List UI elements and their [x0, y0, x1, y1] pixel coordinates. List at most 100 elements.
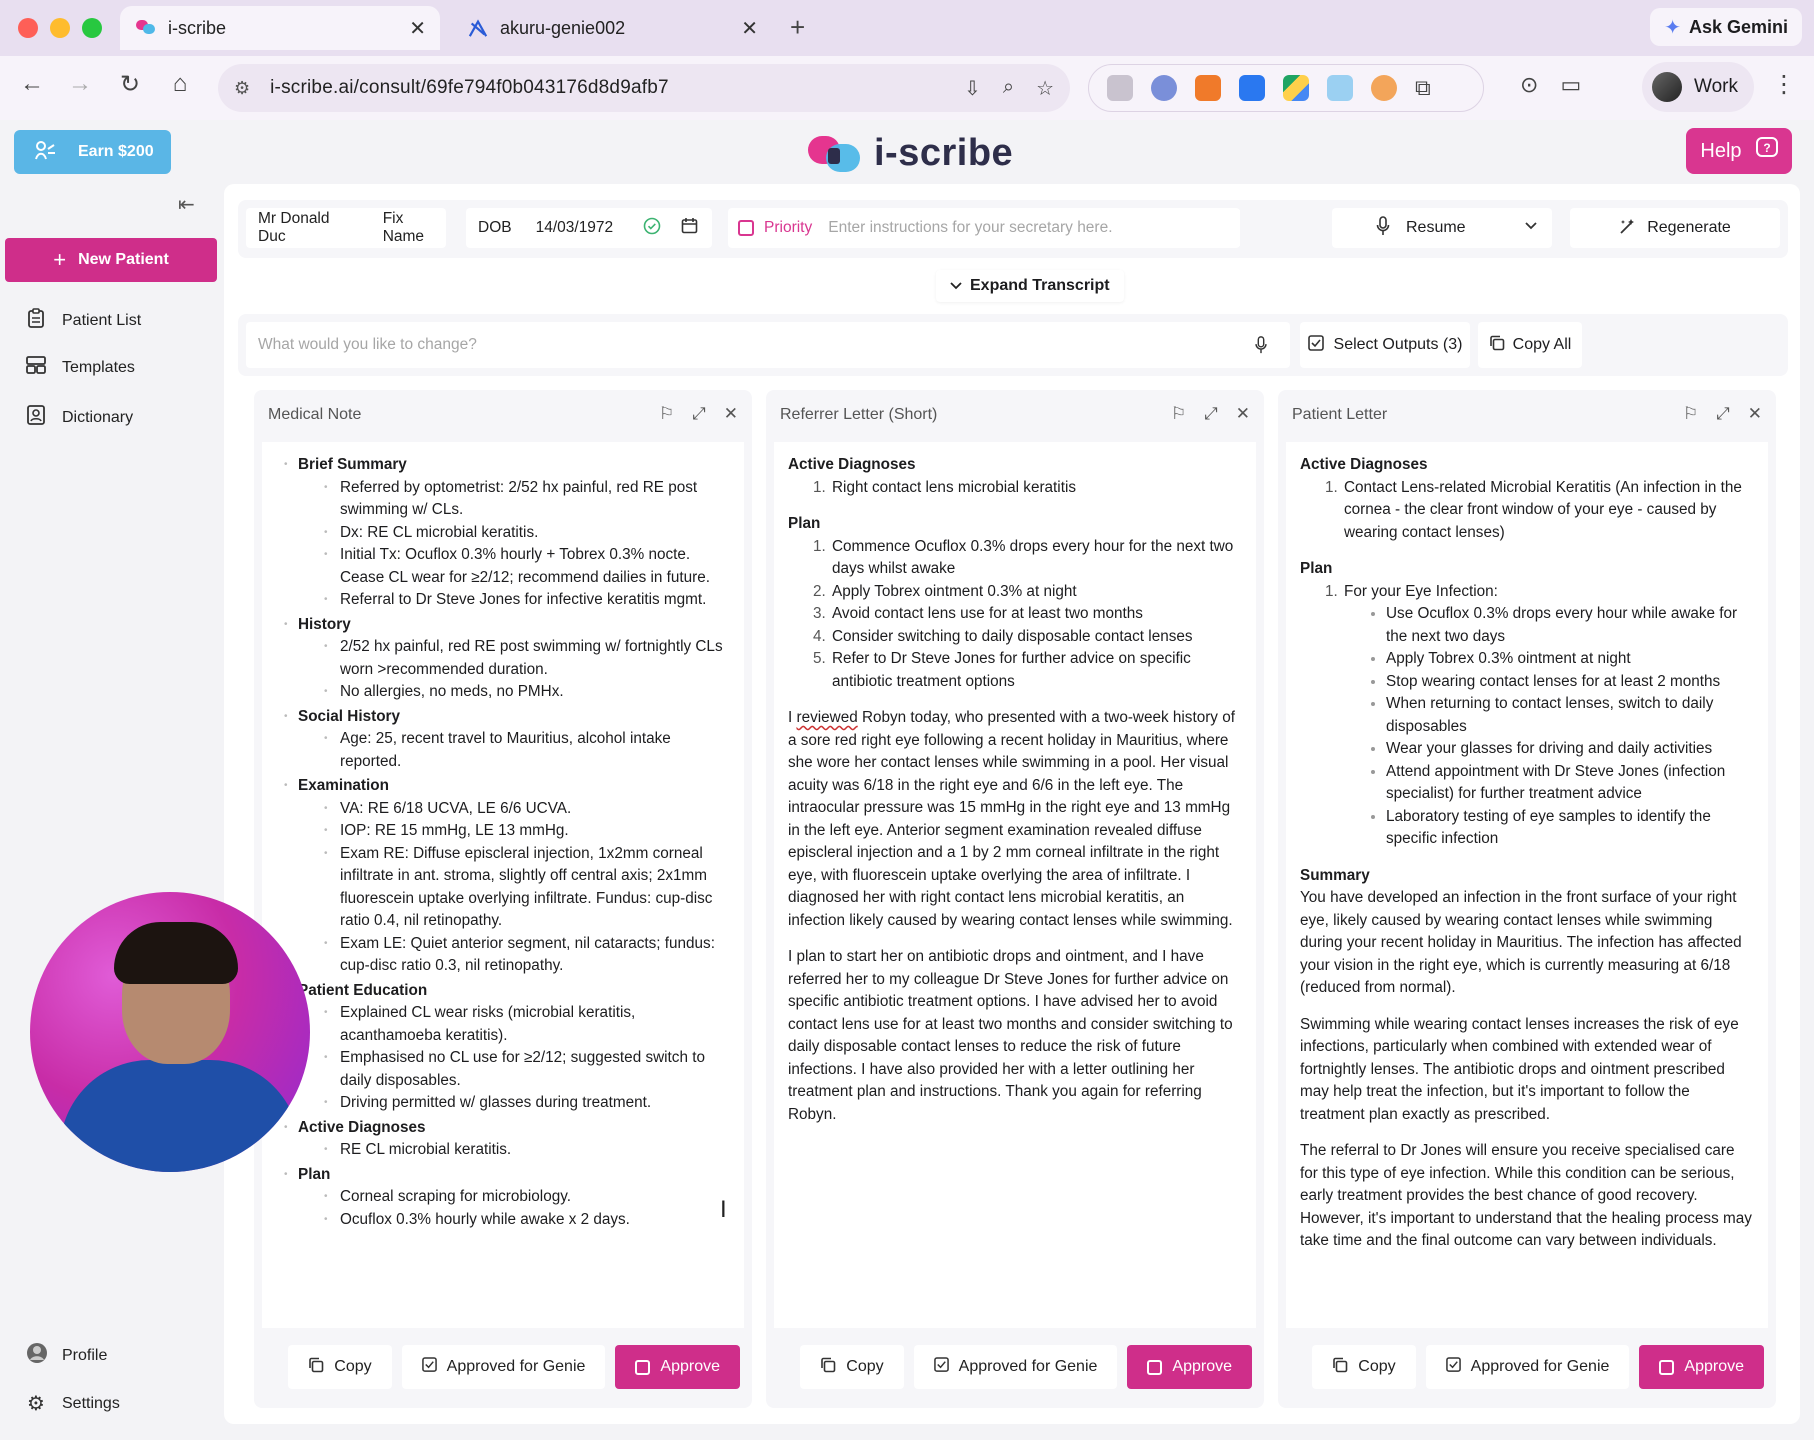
maximize-window-button[interactable] [82, 18, 102, 38]
regenerate-button[interactable]: Regenerate [1570, 208, 1780, 248]
extension-orange-icon[interactable] [1195, 75, 1221, 101]
cast-icon[interactable]: ▭ [1560, 72, 1581, 98]
copy-button[interactable]: Copy [288, 1345, 392, 1389]
priority-secretary-field: Priority [728, 208, 1240, 248]
approve-button[interactable]: Approve [615, 1345, 740, 1389]
approved-for-genie-button[interactable]: Approved for Genie [401, 1345, 606, 1389]
approved-for-genie-button[interactable]: Approved for Genie [913, 1345, 1118, 1389]
help-button[interactable]: Help ? [1686, 128, 1792, 174]
new-patient-label: New Patient [78, 251, 169, 268]
back-arrow-icon[interactable]: ← [16, 70, 48, 98]
flag-icon[interactable]: ⚐ [1683, 404, 1698, 424]
spellcheck-word[interactable]: reviewed [797, 709, 858, 726]
checkbox-checked-icon [1307, 334, 1324, 356]
list-item: RE CL microbial keratitis. [324, 1139, 730, 1162]
site-settings-icon[interactable]: ⚙ [234, 78, 250, 99]
bookmark-star-icon[interactable]: ☆ [1036, 76, 1054, 101]
secretary-instructions-input[interactable] [828, 210, 1240, 246]
change-request-input[interactable] [246, 322, 1290, 368]
browser-menu-icon[interactable]: ⋮ [1772, 70, 1796, 99]
flag-icon[interactable]: ⚐ [659, 404, 674, 424]
url-text[interactable]: i-scribe.ai/consult/69fe794f0b043176d8d9… [270, 77, 669, 99]
dob-field: DOB 14/03/1972 [466, 208, 712, 248]
earn-button[interactable]: Earn $200 [14, 130, 171, 174]
expand-icon[interactable]: ⤢ [1204, 404, 1218, 424]
screenshot-icon[interactable]: ⊙ [1520, 72, 1538, 98]
sidebar-item-templates[interactable]: Templates [26, 356, 135, 379]
list-item: Age: 25, recent travel to Mauritius, alc… [324, 728, 730, 773]
sidebar-item-dictionary[interactable]: Dictionary [26, 405, 133, 430]
checkbox-checked-icon [933, 1357, 949, 1377]
browser-tab-iscribe[interactable]: i-scribe ✕ [120, 6, 440, 50]
approved-for-genie-button[interactable]: Approved for Genie [1425, 1345, 1630, 1389]
new-patient-button[interactable]: + New Patient [5, 238, 217, 282]
expand-icon[interactable]: ⤢ [692, 404, 706, 424]
sidebar-item-settings[interactable]: ⚙ Settings [26, 1391, 120, 1416]
referrer-letter-content[interactable]: Active Diagnoses Right contact lens micr… [774, 442, 1256, 1328]
copy-button[interactable]: Copy [800, 1345, 904, 1389]
microphone-icon[interactable] [1254, 336, 1268, 359]
extension-drive-icon[interactable] [1283, 75, 1309, 101]
extension-copy-icon[interactable] [1327, 75, 1353, 101]
medical-note-content[interactable]: Brief Summary Referred by optometrist: 2/… [262, 442, 744, 1328]
forward-arrow-icon[interactable]: → [64, 70, 96, 98]
gemini-sparkle-icon: ✦ [1664, 16, 1681, 39]
copy-all-label: Copy All [1512, 336, 1572, 353]
flag-icon[interactable]: ⚐ [1171, 404, 1186, 424]
patient-name[interactable]: Mr Donald Duc [258, 210, 357, 246]
list-item: Avoid contact lens use for at least two … [830, 603, 1242, 626]
approve-button[interactable]: Approve [1127, 1345, 1252, 1389]
resume-dropdown-chevron-down-icon[interactable] [1524, 218, 1538, 236]
address-bar[interactable]: ⚙ i-scribe.ai/consult/69fe794f0b043176d8… [218, 64, 1070, 112]
sidebar-item-label: Templates [62, 358, 135, 376]
patient-letter-content[interactable]: Active Diagnoses Contact Lens-related Mi… [1286, 442, 1768, 1328]
dob-value[interactable]: 14/03/1972 [536, 219, 614, 237]
reload-icon[interactable]: ↻ [114, 70, 146, 99]
extension-password-icon[interactable] [1151, 75, 1177, 101]
approve-button[interactable]: Approve [1639, 1345, 1764, 1389]
calendar-icon[interactable] [681, 217, 698, 239]
minimize-window-button[interactable] [50, 18, 70, 38]
copy-all-button[interactable]: Copy All [1478, 322, 1582, 368]
extensions-puzzle-icon[interactable]: ⧉ [1415, 75, 1431, 101]
home-icon[interactable]: ⌂ [164, 70, 196, 98]
zoom-icon[interactable]: ⌕ [1003, 76, 1014, 101]
close-icon[interactable]: ✕ [1236, 404, 1250, 424]
extension-reader-icon[interactable] [1107, 75, 1133, 101]
collapse-sidebar-icon[interactable]: ⇤ [178, 192, 195, 217]
list-item: Contact Lens-related Microbial Keratitis… [1342, 477, 1754, 545]
resume-button[interactable]: Resume [1332, 208, 1552, 248]
checkbox-icon [1659, 1359, 1675, 1375]
tab-close-icon[interactable]: ✕ [741, 16, 758, 41]
browser-profile-button[interactable]: Work [1642, 62, 1754, 112]
tab-close-icon[interactable]: ✕ [409, 16, 426, 41]
list-item: Driving permitted w/ glasses during trea… [324, 1092, 730, 1115]
install-app-icon[interactable]: ⇩ [964, 76, 981, 101]
close-icon[interactable]: ✕ [724, 404, 738, 424]
panel-title: Medical Note [268, 406, 362, 423]
close-window-button[interactable] [18, 18, 38, 38]
sidebar-item-patient-list[interactable]: Patient List [26, 308, 141, 333]
ask-gemini-button[interactable]: ✦ Ask Gemini [1650, 8, 1802, 46]
copy-button[interactable]: Copy [1312, 1345, 1416, 1389]
close-icon[interactable]: ✕ [1748, 404, 1762, 424]
extension-sun-icon[interactable] [1371, 75, 1397, 101]
new-tab-icon[interactable]: + [790, 12, 805, 43]
plus-icon: + [53, 247, 67, 272]
panel-header: Medical Note ⚐ ⤢ ✕ [254, 390, 752, 442]
webcam-overlay[interactable] [30, 892, 310, 1172]
expand-icon[interactable]: ⤢ [1716, 404, 1730, 424]
select-outputs-button[interactable]: Select Outputs (3) [1300, 322, 1470, 368]
extension-gear-icon[interactable] [1239, 75, 1265, 101]
fix-name-button[interactable]: Fix Name [383, 210, 446, 246]
priority-checkbox[interactable] [738, 220, 754, 236]
expand-transcript-button[interactable]: Expand Transcript [936, 270, 1124, 302]
clipboard-icon [26, 308, 46, 333]
sidebar-item-profile[interactable]: Profile [26, 1342, 107, 1369]
approved-for-genie-label: Approved for Genie [958, 1358, 1098, 1375]
list-item: Ocuflox 0.3% hourly while awake x 2 days… [324, 1209, 730, 1232]
browser-tab-akuru[interactable]: akuru-genie002 ✕ [452, 6, 772, 50]
note-section: History 2/52 hx painful, red RE post swim… [284, 614, 730, 704]
iscribe-favicon-icon [136, 18, 156, 38]
logo-mark-icon [808, 134, 862, 174]
